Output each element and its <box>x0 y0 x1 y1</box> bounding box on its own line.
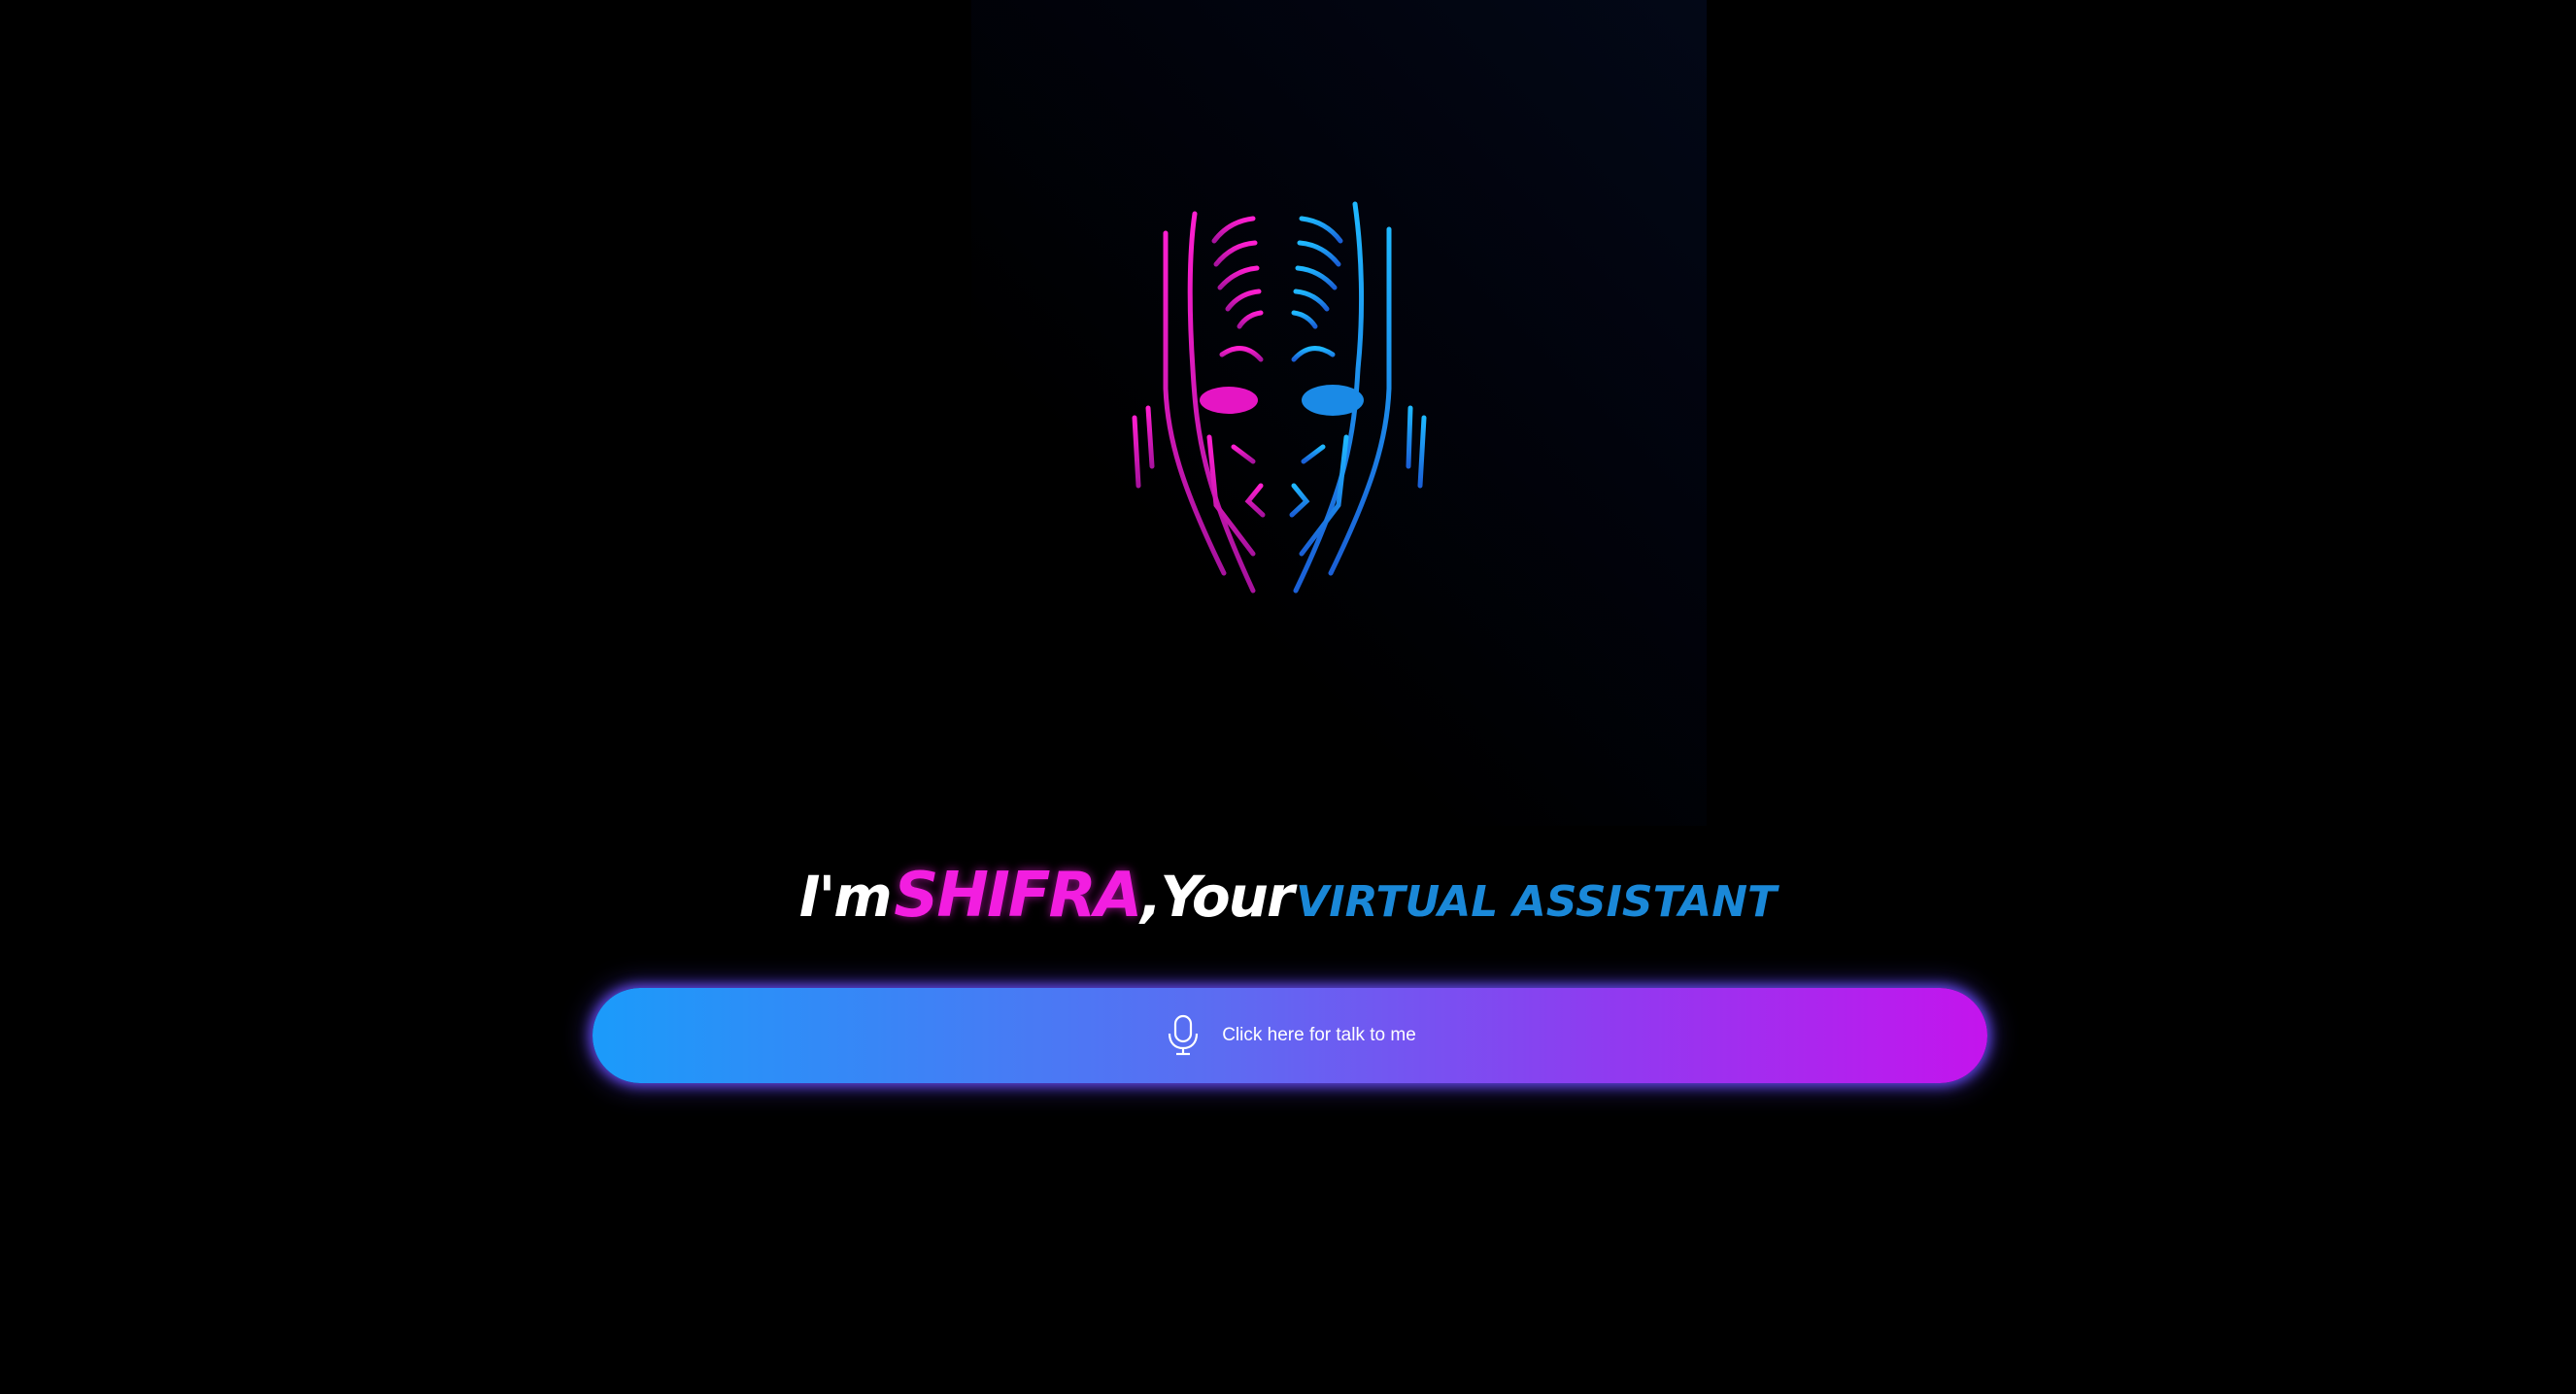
robot-face-icon <box>1132 201 1427 594</box>
headline-middle: ,Your <box>1140 864 1294 930</box>
assistant-role: VIRTUAL ASSISTANT <box>1296 877 1778 927</box>
talk-button-label: Click here for talk to me <box>1222 1025 1416 1045</box>
assistant-name: SHIFRA <box>894 860 1142 932</box>
headline: I'm SHIFRA,Your VIRTUAL ASSISTANT <box>0 860 2576 932</box>
headline-intro: I'm <box>798 864 893 930</box>
talk-button[interactable]: Click here for talk to me <box>593 988 1987 1083</box>
microphone-icon <box>1169 1014 1199 1056</box>
page: I'm SHIFRA,Your VIRTUAL ASSISTANT Click … <box>0 0 2576 1394</box>
